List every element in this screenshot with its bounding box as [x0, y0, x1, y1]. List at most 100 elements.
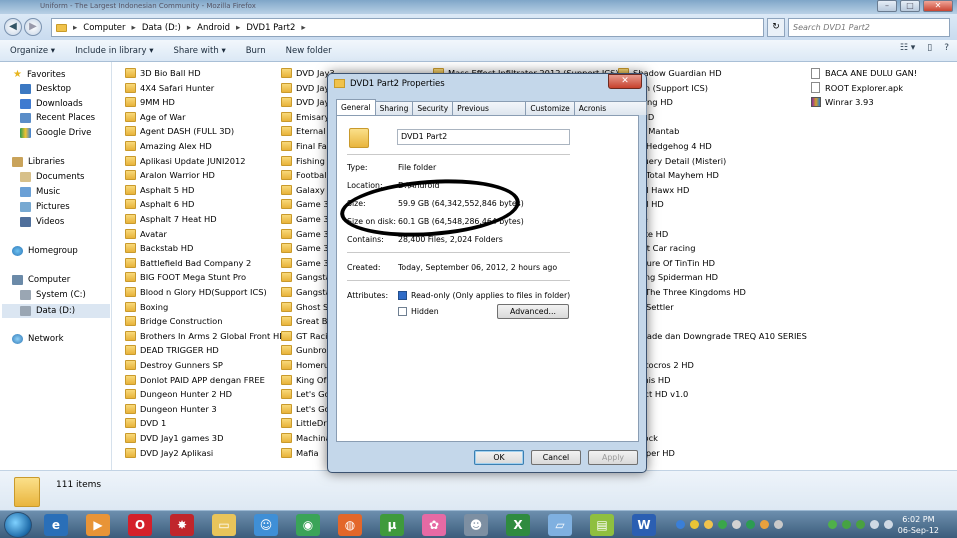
file-item[interactable]: Ghost Sn — [281, 300, 334, 314]
breadcrumb-data-drive[interactable]: Data (D:) — [142, 23, 181, 33]
file-item[interactable]: Backstab HD — [125, 241, 193, 255]
file-item[interactable]: GT Racin — [281, 329, 333, 343]
file-item[interactable]: Dungeon Hunter 2 HD — [125, 387, 232, 401]
back-button[interactable]: ◀ — [4, 18, 22, 36]
file-item[interactable]: Gunbros — [281, 343, 331, 357]
nav-google-drive[interactable]: Google Drive — [20, 128, 91, 138]
file-item[interactable]: 4X4 Safari Hunter — [125, 81, 214, 95]
dialog-close-button[interactable]: ✕ — [608, 74, 642, 89]
ok-button[interactable]: OK — [474, 450, 524, 465]
include-in-library-button[interactable]: Include in library ▾ — [65, 46, 163, 56]
tab-general[interactable]: General — [336, 99, 376, 115]
file-item[interactable]: Asphalt 6 HD — [125, 197, 194, 211]
change-view-icon[interactable]: ☷ ▾ — [900, 43, 915, 53]
clock[interactable]: 6:02 PM 06-Sep-12 — [898, 514, 939, 536]
help-icon[interactable]: ? — [944, 43, 949, 53]
tray-icon[interactable] — [774, 520, 783, 529]
taskbar-app-icon[interactable]: e — [44, 514, 68, 536]
burn-button[interactable]: Burn — [236, 46, 276, 56]
taskbar-app-icon[interactable]: O — [128, 514, 152, 536]
forward-button[interactable]: ▶ — [24, 18, 42, 36]
preview-pane-icon[interactable]: ▯ — [927, 43, 932, 53]
file-item[interactable]: Boxing — [125, 300, 168, 314]
taskbar-app-icon[interactable]: ◍ — [338, 514, 362, 536]
breadcrumb-dvd1-part2[interactable]: DVD1 Part2 — [246, 23, 295, 33]
nav-homegroup[interactable]: Homegroup — [12, 246, 78, 256]
file-item[interactable]: Aplikasi Update JUNI2012 — [125, 154, 246, 168]
file-item[interactable]: DVD 1 — [125, 416, 166, 430]
tab-security[interactable]: Security — [412, 101, 454, 115]
file-item[interactable]: Battlefield Bad Company 2 — [125, 256, 251, 270]
new-folder-button[interactable]: New folder — [276, 46, 342, 56]
file-item[interactable]: Bridge Construction — [125, 314, 223, 328]
file-item[interactable]: Age of War — [125, 110, 186, 124]
file-item[interactable]: Final Fan — [281, 139, 332, 153]
taskbar-app-icon[interactable]: ▭ — [212, 514, 236, 536]
file-item[interactable]: BACA ANE DULU GAN! — [811, 66, 917, 80]
tab-customize[interactable]: Customize — [525, 101, 575, 115]
file-item[interactable]: Eternal L — [281, 124, 333, 138]
nav-videos[interactable]: Videos — [20, 217, 64, 227]
file-item[interactable]: Avatar — [125, 227, 167, 241]
taskbar-app-icon[interactable]: ▶ — [86, 514, 110, 536]
file-item[interactable]: Aralon Warrior HD — [125, 168, 215, 182]
taskbar-app-icon[interactable]: W — [632, 514, 656, 536]
nav-libraries[interactable]: Libraries — [12, 157, 65, 167]
breadcrumb-computer[interactable]: Computer — [83, 23, 125, 33]
search-input[interactable]: Search DVD1 Part2 — [788, 18, 950, 37]
tray-icon[interactable] — [718, 520, 727, 529]
taskbar-app-icon[interactable]: ☺ — [254, 514, 278, 536]
taskbar-app-icon[interactable]: ☻ — [464, 514, 488, 536]
file-item[interactable]: ROOT Explorer.apk — [811, 81, 903, 95]
network-tray-icon[interactable] — [884, 520, 893, 529]
nav-data-drive[interactable]: Data (D:) — [2, 304, 110, 318]
folder-name-field[interactable]: DVD1 Part2 — [397, 129, 570, 145]
apply-button[interactable]: Apply — [588, 450, 638, 465]
nav-pictures[interactable]: Pictures — [20, 202, 70, 212]
start-button[interactable] — [4, 512, 32, 538]
file-item[interactable]: King Of F — [281, 373, 334, 387]
tray-icon[interactable] — [746, 520, 755, 529]
tray-icon[interactable] — [760, 520, 769, 529]
share-with-button[interactable]: Share with ▾ — [163, 46, 235, 56]
file-item[interactable]: Blood n Glory HD(Support ICS) — [125, 285, 267, 299]
tray-icon[interactable] — [676, 520, 685, 529]
organize-button[interactable]: Organize ▾ — [0, 46, 65, 56]
utorrent-tray-icon[interactable] — [828, 520, 837, 529]
breadcrumb-android[interactable]: Android — [197, 23, 230, 33]
taskbar-app-icon[interactable]: ✿ — [422, 514, 446, 536]
nav-network[interactable]: Network — [12, 334, 64, 344]
taskbar-app-icon[interactable]: ▤ — [590, 514, 614, 536]
close-button[interactable]: ✕ — [923, 0, 953, 12]
taskbar-app-icon[interactable]: ◉ — [296, 514, 320, 536]
readonly-checkbox[interactable] — [398, 291, 407, 300]
file-item[interactable]: Football — [281, 168, 329, 182]
tab-sharing[interactable]: Sharing — [374, 101, 414, 115]
file-item[interactable]: Dungeon Hunter 3 — [125, 402, 217, 416]
file-item[interactable]: DVD Jay1 games 3D — [125, 431, 223, 445]
nav-computer[interactable]: Computer — [12, 275, 70, 285]
file-item[interactable]: Destroy Gunners SP — [125, 358, 223, 372]
file-item[interactable]: Amazing Alex HD — [125, 139, 212, 153]
advanced-button[interactable]: Advanced... — [497, 304, 569, 319]
file-item[interactable]: DVD Jay2 Aplikasi — [125, 446, 213, 460]
file-item[interactable]: Machina — [281, 431, 331, 445]
nav-favorites[interactable]: ★ Favorites — [12, 69, 65, 80]
taskbar-app-icon[interactable]: ✸ — [170, 514, 194, 536]
tab-acronis-recovery[interactable]: Acronis Recovery — [573, 101, 647, 124]
tray-icon[interactable] — [842, 520, 851, 529]
nav-music[interactable]: Music — [20, 187, 60, 197]
nav-documents[interactable]: Documents — [20, 172, 84, 182]
file-item[interactable]: DEAD TRIGGER HD — [125, 343, 219, 357]
nav-desktop[interactable]: Desktop — [20, 84, 71, 94]
file-item[interactable]: BIG FOOT Mega Stunt Pro — [125, 270, 246, 284]
hidden-checkbox[interactable] — [398, 307, 407, 316]
tray-icon[interactable] — [732, 520, 741, 529]
file-item[interactable]: Asphalt 5 HD — [125, 183, 194, 197]
speaker-icon[interactable] — [870, 520, 879, 529]
file-item[interactable]: Donlot PAID APP dengan FREE — [125, 373, 265, 387]
tray-icon[interactable] — [704, 520, 713, 529]
file-item[interactable]: Winrar 3.93 — [811, 95, 874, 109]
refresh-button[interactable]: ↻ — [767, 18, 785, 37]
nav-system-drive[interactable]: System (C:) — [20, 290, 86, 300]
